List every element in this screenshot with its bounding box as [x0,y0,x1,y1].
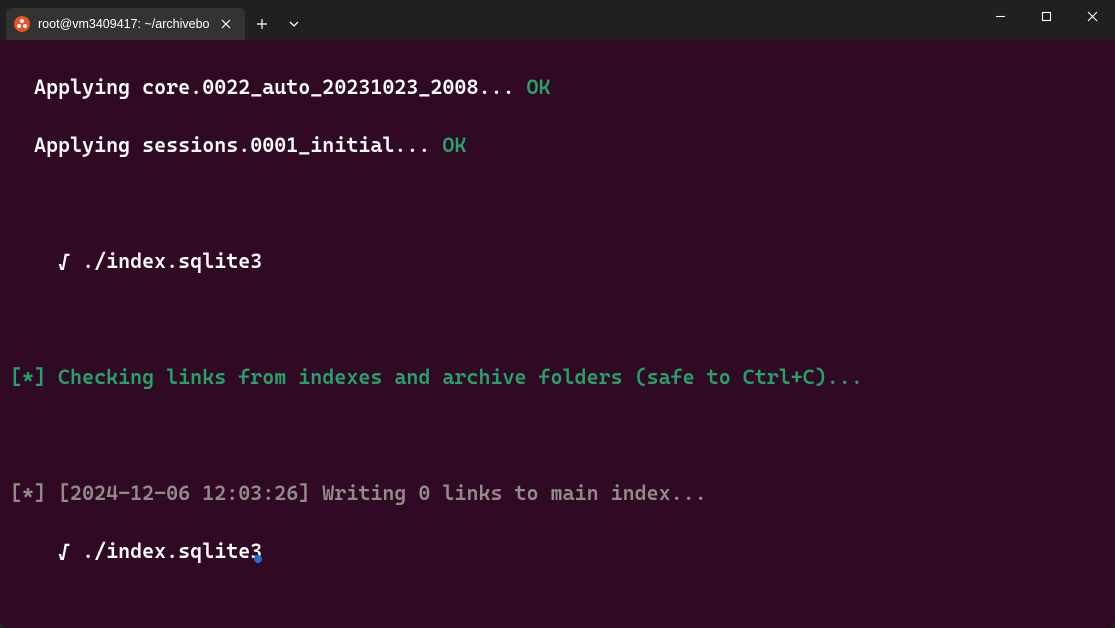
minimize-button[interactable] [977,0,1023,32]
close-tab-icon[interactable] [217,15,235,33]
output-line: [*] Checking links from indexes and arch… [10,363,1105,392]
blank-line [10,189,1105,218]
blank-line [10,305,1105,334]
output-line: [*] [2024-12-06 12:03:26] Writing 0 link… [10,479,1105,508]
output-line: √ ./index.sqlite3 [10,247,1105,276]
window-controls [977,0,1115,32]
tab-active[interactable]: root@vm3409417: ~/archivebo [6,8,245,40]
blank-line [10,595,1105,624]
output-line: Applying sessions.0001_initial... OK [10,131,1105,160]
close-window-button[interactable] [1069,0,1115,32]
output-line: √ ./index.sqlite3 [10,537,1105,566]
titlebar: root@vm3409417: ~/archivebo [0,0,1115,40]
mouse-cursor [254,555,262,563]
terminal-content[interactable]: Applying core.0022_auto_20231023_2008...… [0,40,1115,628]
maximize-button[interactable] [1023,0,1069,32]
output-line: Applying core.0022_auto_20231023_2008...… [10,73,1105,102]
ubuntu-icon [14,16,30,32]
blank-line [10,421,1105,450]
tab-title: root@vm3409417: ~/archivebo [38,17,209,31]
tab-dropdown-button[interactable] [279,8,309,40]
new-tab-button[interactable] [245,8,279,40]
